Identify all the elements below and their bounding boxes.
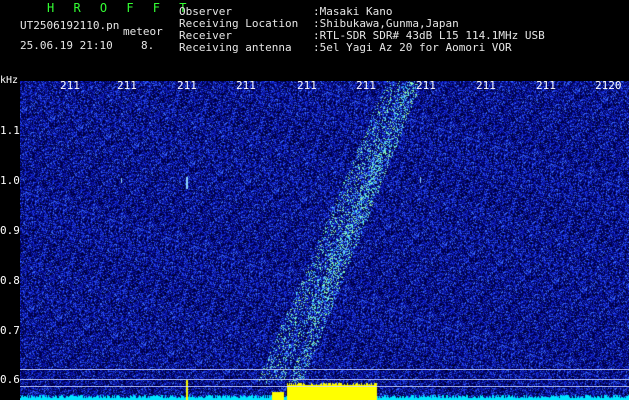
frequency-tick: 1.1 <box>0 124 20 137</box>
frequency-tick: 0.6 <box>0 373 20 386</box>
time-tick: 211 <box>297 79 317 92</box>
time-tick: 211 <box>476 79 496 92</box>
time-tick: 211 <box>177 79 197 92</box>
file-suffix: meteor <box>123 25 163 38</box>
time-tick: 211 <box>416 79 436 92</box>
frequency-tick: 0.9 <box>0 224 20 237</box>
info-label-antenna: Receiving antenna <box>179 41 292 54</box>
frequency-tick: 0.8 <box>0 274 20 287</box>
file-counter: 8. <box>141 39 155 52</box>
time-tick: 211 <box>536 79 556 92</box>
frequency-tick: 1.0 <box>0 174 20 187</box>
time-tick: 2120 <box>595 79 622 92</box>
waterfall-plot <box>20 81 629 400</box>
file-name: UT2506192110.pn <box>20 19 120 32</box>
reference-line <box>20 379 629 380</box>
frequency-tick: 0.7 <box>0 324 20 337</box>
reference-line <box>20 369 629 370</box>
info-value-antenna: :5el Yagi Az 20 for Aomori VOR <box>313 41 512 54</box>
time-tick: 211 <box>60 79 80 92</box>
file-datetime: 25.06.19 21:10 <box>20 39 113 52</box>
time-tick: 211 <box>236 79 256 92</box>
app-title: H R O F F T <box>47 1 193 15</box>
spectrogram-canvas <box>20 81 629 400</box>
time-tick: 211 <box>117 79 137 92</box>
header-panel: H R O F F T UT2506192110.pn meteor 25.06… <box>0 0 629 78</box>
frequency-unit-label: kHz <box>0 75 19 86</box>
reference-line <box>20 386 629 387</box>
time-tick: 211 <box>356 79 376 92</box>
